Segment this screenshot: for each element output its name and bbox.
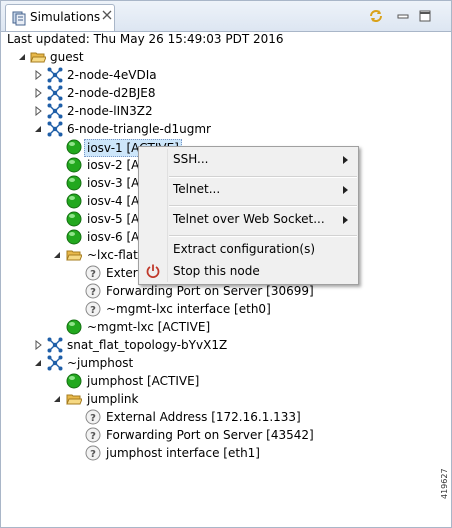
help-icon: ? xyxy=(85,283,101,299)
tree-label: jumphost [ACTIVE] xyxy=(87,374,200,388)
menu-item-label: Telnet over Web Socket... xyxy=(173,212,325,226)
power-icon xyxy=(146,264,160,278)
topology-icon xyxy=(47,103,63,119)
menu-item-telnet[interactable]: Telnet... xyxy=(141,179,356,201)
tree-label: iosv-2 [A xyxy=(87,158,140,172)
menu-separator xyxy=(169,235,357,237)
svg-text:?: ? xyxy=(90,305,96,316)
tab-title: Simulations xyxy=(30,10,101,24)
submenu-arrow-icon xyxy=(343,186,348,194)
submenu-arrow-icon xyxy=(343,216,348,224)
topology-icon xyxy=(47,67,63,83)
help-icon: ? xyxy=(85,427,101,443)
simulations-icon xyxy=(12,11,26,26)
figure-id: 419627 xyxy=(440,468,449,499)
active-node-icon xyxy=(66,319,82,335)
active-node-icon xyxy=(66,193,82,209)
collapsed-arrow-icon[interactable] xyxy=(33,88,43,98)
topology-icon xyxy=(47,121,63,137)
folder-open-icon xyxy=(66,394,82,405)
tree-label: 2-node-4eVDIa xyxy=(67,68,157,82)
context-menu: SSH... Telnet... Telnet over Web Socket.… xyxy=(138,146,359,285)
tree-label: ~lxc-flat xyxy=(87,248,138,262)
expanded-arrow-icon[interactable] xyxy=(52,394,62,404)
svg-text:?: ? xyxy=(90,431,96,442)
refresh-icon[interactable] xyxy=(367,7,385,25)
collapsed-arrow-icon[interactable] xyxy=(33,340,43,350)
menu-item-label: Extract configuration(s) xyxy=(173,242,316,256)
menu-item-label: Stop this node xyxy=(173,264,260,278)
active-node-icon xyxy=(66,373,82,389)
topology-icon xyxy=(47,85,63,101)
menu-separator xyxy=(169,176,357,178)
menu-item-extract-configuration[interactable]: Extract configuration(s) xyxy=(141,239,356,261)
tree-label: snat_flat_topology-bYvX1Z xyxy=(67,338,228,352)
tree-label: iosv-6 [A xyxy=(87,230,140,244)
svg-text:?: ? xyxy=(90,449,96,460)
expanded-arrow-icon[interactable] xyxy=(33,358,43,368)
tree-label: Forwarding Port on Server [43542] xyxy=(106,428,314,442)
topology-icon xyxy=(47,337,63,353)
menu-item-ssh[interactable]: SSH... xyxy=(141,149,356,171)
simulations-view: Simulations Last updated: Thu May 26 15:… xyxy=(0,0,452,528)
svg-text:?: ? xyxy=(90,287,96,298)
last-updated-text: Last updated: Thu May 26 15:49:03 PDT 20… xyxy=(7,32,284,46)
menu-item-stop-node[interactable]: Stop this node xyxy=(141,261,356,283)
topology-icon xyxy=(47,355,63,371)
tree-label: iosv-5 [A xyxy=(87,212,140,226)
menu-item-label: Telnet... xyxy=(173,182,221,196)
tree-label: ~mgmt-lxc interface [eth0] xyxy=(106,302,271,316)
view-tab-bar: Simulations xyxy=(1,1,451,32)
tree-label: 2-node-d2BJE8 xyxy=(67,86,156,100)
folder-open-icon xyxy=(30,52,46,63)
collapsed-arrow-icon[interactable] xyxy=(33,106,43,116)
active-node-icon xyxy=(66,139,82,155)
tree-label: jumphost interface [eth1] xyxy=(106,446,260,460)
menu-item-telnet-websocket[interactable]: Telnet over Web Socket... xyxy=(141,209,356,231)
help-icon: ? xyxy=(85,265,101,281)
collapsed-arrow-icon[interactable] xyxy=(33,70,43,80)
tree-label: External Address [172.16.1.133] xyxy=(106,410,301,424)
expanded-arrow-icon[interactable] xyxy=(33,124,43,134)
tree-label: ~mgmt-lxc [ACTIVE] xyxy=(87,320,211,334)
active-node-icon xyxy=(66,211,82,227)
help-icon: ? xyxy=(85,445,101,461)
folder-open-icon xyxy=(66,250,82,261)
close-icon[interactable] xyxy=(101,9,113,21)
tree-label: iosv-3 [A xyxy=(87,176,140,190)
help-icon: ? xyxy=(85,409,101,425)
tab-simulations[interactable]: Simulations xyxy=(5,4,115,31)
expanded-arrow-icon[interactable] xyxy=(52,250,62,260)
minimize-icon[interactable] xyxy=(394,7,412,25)
tree-label: ~jumphost xyxy=(67,356,134,370)
tree-label: 2-node-lIN3Z2 xyxy=(67,104,153,118)
active-node-icon xyxy=(66,175,82,191)
menu-item-label: SSH... xyxy=(173,152,209,166)
active-node-icon xyxy=(66,229,82,245)
tree-label: iosv-4 [A xyxy=(87,194,140,208)
maximize-icon[interactable] xyxy=(416,7,434,25)
svg-text:?: ? xyxy=(90,413,96,424)
submenu-arrow-icon xyxy=(343,156,348,164)
help-icon: ? xyxy=(85,301,101,317)
tree-label: guest xyxy=(50,50,84,64)
expanded-arrow-icon[interactable] xyxy=(17,52,27,62)
active-node-icon xyxy=(66,157,82,173)
menu-separator xyxy=(169,205,357,207)
svg-text:?: ? xyxy=(90,269,96,280)
tree-label: 6-node-triangle-d1ugmr xyxy=(67,122,211,136)
tree-label: Forwarding Port on Server [30699] xyxy=(106,284,314,298)
tree-label: jumplink xyxy=(87,392,139,406)
